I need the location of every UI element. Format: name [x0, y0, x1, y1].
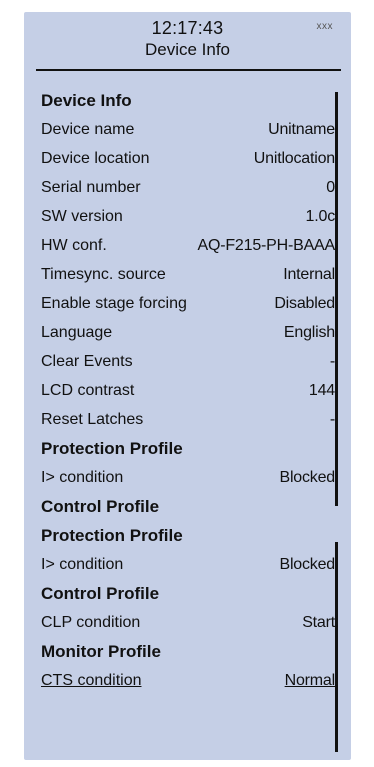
- section-heading-label: Protection Profile: [41, 439, 183, 458]
- section-heading: Protection Profile: [41, 434, 335, 463]
- menu-item[interactable]: Serial number 0: [41, 173, 335, 202]
- menu-item[interactable]: Device name Unitname: [41, 115, 335, 144]
- clock: 12:17:43: [151, 18, 224, 38]
- menu-item[interactable]: I> condition Blocked: [41, 463, 335, 492]
- device-info-panel: 12:17:43 xxx Device Info Device Info Devi…: [24, 12, 351, 760]
- menu-item-label: HW conf.: [41, 237, 107, 254]
- section-heading-label: Control Profile: [41, 584, 160, 603]
- menu-item-label: Device name: [41, 121, 135, 138]
- section-heading: Protection Profile: [41, 521, 335, 550]
- menu-item[interactable]: Device location Unitlocation: [41, 144, 335, 173]
- section-heading: Control Profile: [41, 492, 335, 521]
- scrollbar-segment-lower[interactable]: [335, 542, 338, 752]
- section-heading: Monitor Profile: [41, 637, 335, 666]
- menu-item[interactable]: Timesync. source Internal: [41, 260, 335, 289]
- menu-item-value: Unitname: [268, 121, 335, 138]
- scrollbar[interactable]: [335, 92, 339, 752]
- menu-item-value: Unitlocation: [253, 150, 335, 167]
- menu-item[interactable]: HW conf. AQ-F215-PH-BAAA: [41, 231, 335, 260]
- device-info-list: Device Info Device name Unitname Device loc…: [41, 86, 335, 695]
- scrollbar-segment-upper[interactable]: [335, 92, 338, 506]
- menu-item-value: Internal: [283, 266, 335, 283]
- menu-item[interactable]: Reset Latches -: [41, 405, 335, 434]
- menu-item[interactable]: SW version 1.0c: [41, 202, 335, 231]
- header-divider: [36, 69, 341, 71]
- page-title: Device Info: [144, 40, 231, 59]
- section-heading-label: Monitor Profile: [41, 642, 161, 661]
- section-heading-label: Device Info: [41, 91, 132, 110]
- menu-item-value: Disabled: [274, 295, 335, 312]
- menu-item[interactable]: Clear Events -: [41, 347, 335, 376]
- menu-item-value: Blocked: [279, 556, 335, 573]
- section-heading-label: Protection Profile: [41, 526, 183, 545]
- menu-item[interactable]: CTS condition Normal: [41, 666, 335, 695]
- menu-item-label: CTS condition: [41, 672, 142, 689]
- section-heading: Control Profile: [41, 579, 335, 608]
- menu-item-label: Device location: [41, 150, 150, 167]
- menu-item-label: SW version: [41, 208, 123, 225]
- menu-item-value: Blocked: [279, 469, 335, 486]
- menu-item[interactable]: Enable stage forcing Disabled: [41, 289, 335, 318]
- menu-item-label: Timesync. source: [41, 266, 166, 283]
- menu-item[interactable]: Language English: [41, 318, 335, 347]
- menu-item-value: 1.0c: [305, 208, 336, 225]
- menu-item[interactable]: CLP condition Start: [41, 608, 335, 637]
- menu-item-label: Reset Latches: [41, 411, 144, 428]
- menu-item[interactable]: LCD contrast 144: [41, 376, 335, 405]
- menu-item-label: I> condition: [41, 469, 124, 486]
- menu-item-value: AQ-F215-PH-BAAA: [197, 237, 336, 254]
- menu-item-label: Language: [41, 324, 113, 341]
- menu-item[interactable]: I> condition Blocked: [41, 550, 335, 579]
- status-indicator-icon: xxx: [316, 21, 333, 32]
- menu-item-label: Clear Events: [41, 353, 133, 370]
- menu-item-label: CLP condition: [41, 614, 141, 631]
- section-heading: Device Info: [41, 86, 335, 115]
- menu-item-value: English: [283, 324, 335, 341]
- menu-item-value: 144: [308, 382, 335, 399]
- menu-item-value: Start: [302, 614, 335, 631]
- menu-item-label: I> condition: [41, 556, 124, 573]
- menu-item-label: LCD contrast: [41, 382, 135, 399]
- section-heading-label: Control Profile: [41, 497, 160, 516]
- menu-item-value: Normal: [284, 672, 336, 689]
- menu-item-label: Serial number: [41, 179, 141, 196]
- panel-header: 12:17:43 xxx Device Info: [24, 12, 351, 74]
- menu-item-label: Enable stage forcing: [41, 295, 187, 312]
- menu-item-value: 0: [326, 179, 335, 196]
